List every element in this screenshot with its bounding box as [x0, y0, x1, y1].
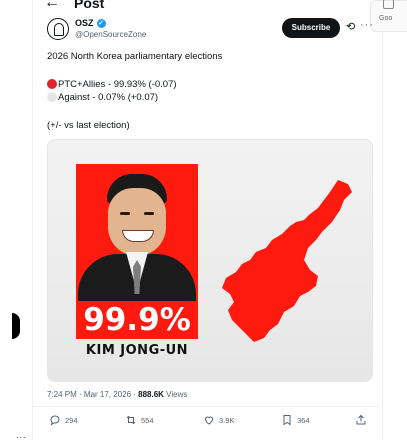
result-against: Against - 0.07% (+0.07) [58, 92, 159, 103]
repost-count: 554 [141, 415, 154, 425]
divider [32, 406, 381, 407]
post-header: ← Post [44, 0, 104, 14]
result-ptc: PTC+Allies - 99.93% (-0.07) [58, 79, 177, 90]
verified-badge-icon: ✓ [96, 18, 106, 28]
arrow-left-icon[interactable]: ← [44, 0, 60, 12]
reply-button[interactable]: 294 [49, 414, 78, 426]
post-text-line: PTC+Allies - 99.93% (-0.07) [47, 79, 177, 90]
reply-icon [50, 415, 60, 426]
like-button[interactable]: 3.9K [203, 414, 234, 426]
views-count: 888.6K [138, 390, 164, 399]
bookmark-count: 364 [297, 415, 310, 425]
left-panel-edge [12, 313, 20, 339]
avatar[interactable] [47, 18, 69, 40]
post-timestamp[interactable]: 7:24 PM · Mar 17, 2026 · [47, 390, 138, 399]
percent-banner: 99.9% [76, 301, 198, 339]
portrait-photo [76, 164, 198, 309]
author-name-text[interactable]: OSZ [75, 18, 94, 28]
post-text-line: (+/- vs last election) [47, 120, 130, 131]
share-button[interactable] [355, 414, 367, 426]
candidate-name: KIM JONG-UN [85, 343, 189, 358]
page-title: Post [74, 0, 105, 11]
post-text-line: 2026 North Korea parliamentary elections [47, 51, 223, 62]
more-options-icon[interactable]: ··· [360, 19, 374, 31]
like-count: 3.9K [219, 415, 235, 425]
views-label: Views [163, 390, 188, 399]
post-text-line: Against - 0.07% (+0.07) [47, 92, 158, 103]
post-actions: 294 554 3.9K 364 [47, 414, 371, 436]
red-circle-icon [47, 79, 57, 89]
white-circle-icon [47, 92, 57, 102]
window-icon [383, 0, 394, 9]
north-korea-map [222, 180, 352, 342]
repost-icon [126, 415, 136, 425]
repost-button[interactable]: 554 [125, 414, 154, 426]
eye [144, 212, 154, 215]
left-more-dots[interactable]: ... [16, 430, 27, 440]
bookmark-icon [283, 415, 291, 426]
author-handle[interactable]: @OpenSourceZone [75, 30, 146, 39]
post-meta: 7:24 PM · Mar 17, 2026 · 888.6K Views [47, 390, 187, 399]
post-media-image[interactable]: 99.9% KIM JONG-UN [47, 139, 373, 382]
author-name[interactable]: OSZ ✓ [75, 18, 106, 28]
right-panel-peek: Goo [370, 0, 407, 32]
subscribe-button[interactable]: Subscribe [282, 18, 340, 38]
face [108, 188, 166, 256]
grok-icon[interactable]: ⟲ [346, 20, 355, 33]
bookmark-button[interactable]: 364 [281, 414, 310, 426]
eye [120, 212, 130, 215]
reply-count: 294 [65, 415, 78, 425]
share-icon [356, 414, 366, 425]
heart-icon [204, 416, 214, 425]
right-panel-label: Goo [379, 15, 393, 22]
